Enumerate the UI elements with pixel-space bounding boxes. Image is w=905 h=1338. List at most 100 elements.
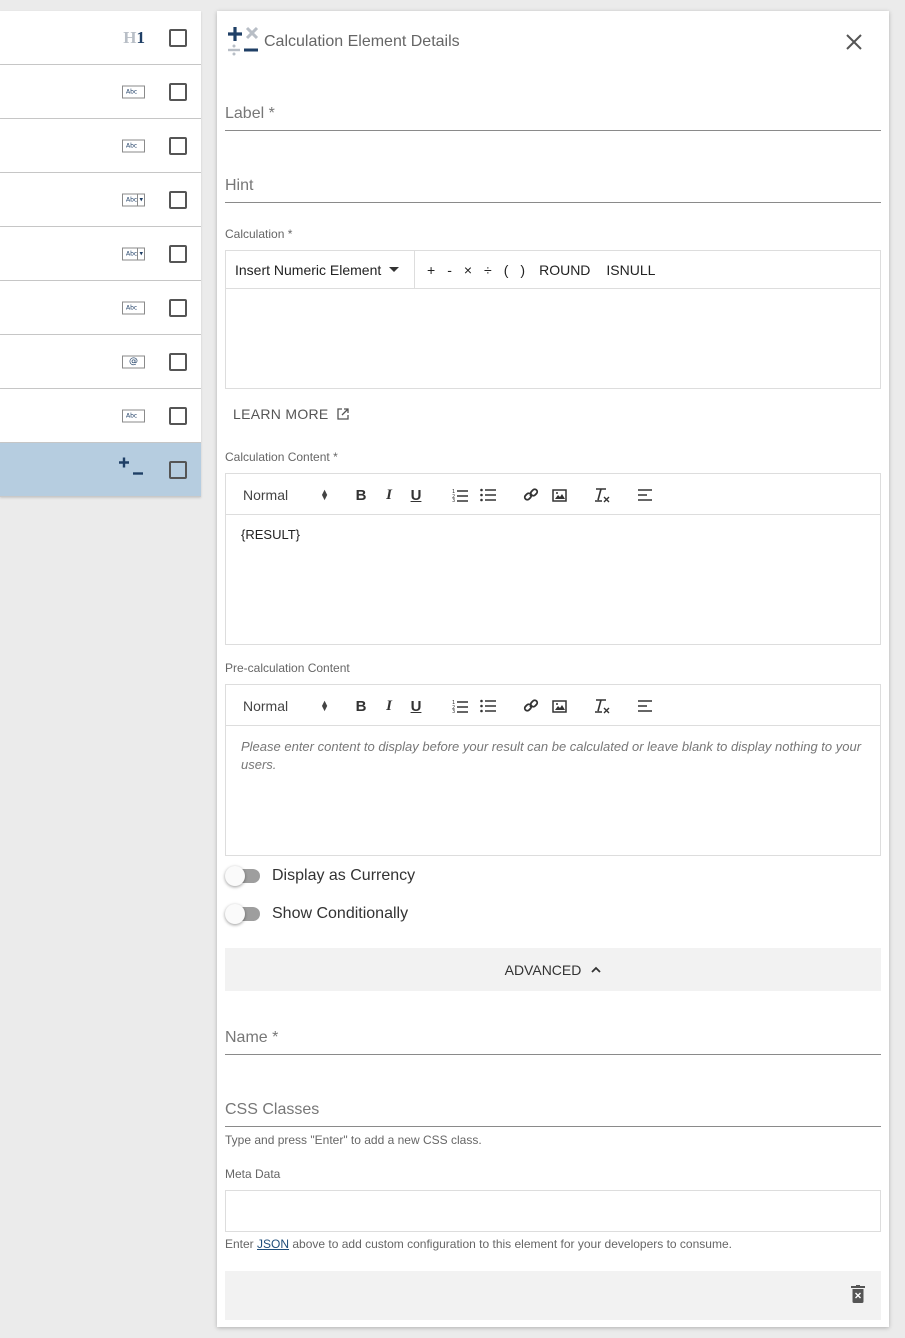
list-item-selected[interactable] (0, 443, 201, 497)
row-checkbox[interactable] (169, 352, 187, 371)
learn-more-label: LEARN MORE (233, 406, 329, 422)
row-checkbox[interactable] (169, 406, 187, 425)
label-field-underline (225, 130, 881, 131)
hint-field[interactable]: Hint (225, 177, 881, 203)
bullet-list-icon[interactable] (480, 486, 496, 504)
list-item[interactable]: Abc (0, 173, 201, 227)
trash-icon[interactable] (851, 1284, 865, 1308)
format-select-value: Normal (243, 698, 289, 714)
display-as-currency-label: Display as Currency (272, 867, 416, 884)
chevron-up-icon (591, 966, 602, 973)
isnull-button[interactable]: ISNULL (598, 262, 663, 278)
row-checkbox[interactable] (169, 298, 187, 317)
svg-text:3: 3 (452, 709, 455, 713)
align-icon[interactable] (637, 697, 653, 715)
toggle-switch[interactable] (225, 866, 260, 886)
json-link[interactable]: JSON (257, 1237, 289, 1251)
css-classes-helper: Type and press "Enter" to add a new CSS … (225, 1133, 482, 1147)
plus-button[interactable]: + (421, 262, 441, 278)
calculation-editor[interactable]: Insert Numeric Element + - × ÷ ( ) ROUND… (225, 250, 881, 389)
meta-data-helper: Enter JSON above to add custom configura… (225, 1237, 732, 1251)
link-icon[interactable] (523, 486, 539, 504)
list-item[interactable]: Abc (0, 227, 201, 281)
meta-data-input[interactable] (225, 1190, 881, 1232)
ordered-list-icon[interactable]: 123 (452, 697, 468, 715)
list-item[interactable]: @ (0, 335, 201, 389)
insert-numeric-element-label: Insert Numeric Element (235, 261, 382, 278)
name-field[interactable]: Name * (225, 1029, 881, 1055)
clear-format-icon[interactable] (594, 486, 610, 504)
rich-text-toolbar: Normal ▲ ▼ B I U 123 (226, 685, 880, 726)
show-conditionally-toggle[interactable]: Show Conditionally (225, 904, 409, 924)
calculation-content-editor[interactable]: Normal ▲ ▼ B I U 123 {RESULT} (225, 473, 881, 645)
operator-buttons: + - × ÷ ( ) ROUND ISNULL (415, 262, 663, 278)
display-as-currency-toggle[interactable]: Display as Currency (225, 866, 416, 886)
bold-icon[interactable]: B (354, 697, 368, 715)
list-item[interactable]: Abc (0, 281, 201, 335)
text-field-icon: Abc (122, 85, 145, 98)
name-field-label: Name * (225, 1029, 279, 1046)
learn-more-link[interactable]: LEARN MORE (233, 406, 349, 422)
italic-icon[interactable]: I (382, 486, 396, 504)
email-field-icon: @ (122, 355, 145, 368)
label-field-label: Label * (225, 105, 275, 122)
insert-numeric-element-dropdown[interactable]: Insert Numeric Element (226, 251, 415, 288)
minus-button[interactable]: - (441, 262, 458, 278)
css-classes-field[interactable]: CSS Classes (225, 1101, 881, 1127)
rich-text-toolbar: Normal ▲ ▼ B I U 123 (226, 474, 880, 515)
divide-button[interactable]: ÷ (478, 262, 498, 278)
row-checkbox[interactable] (169, 460, 187, 479)
label-field[interactable]: Label * (225, 105, 881, 131)
round-button[interactable]: ROUND (531, 262, 598, 278)
css-classes-field-label: CSS Classes (225, 1101, 320, 1118)
format-select[interactable]: Normal ▲ ▼ (243, 486, 329, 504)
underline-icon[interactable]: U (409, 697, 423, 715)
pre-calculation-content-editor[interactable]: Normal ▲ ▼ B I U 123 Please enter conten… (225, 684, 881, 856)
list-item[interactable]: Abc (0, 65, 201, 119)
row-checkbox[interactable] (169, 82, 187, 101)
list-item[interactable]: Abc (0, 389, 201, 443)
multiply-button[interactable]: × (458, 262, 478, 278)
calculation-content-label: Calculation Content * (225, 450, 338, 464)
link-icon[interactable] (523, 697, 539, 715)
image-icon[interactable] (551, 697, 567, 715)
panel-title: Calculation Element Details (264, 33, 460, 50)
advanced-label: ADVANCED (504, 961, 582, 978)
image-icon[interactable] (551, 486, 567, 504)
caret-down-icon (389, 267, 400, 272)
advanced-section-toggle[interactable]: ADVANCED (225, 948, 881, 991)
underline-icon[interactable]: U (409, 486, 423, 504)
list-item[interactable]: H1 (0, 11, 201, 65)
calculation-content-body[interactable]: {RESULT} (226, 515, 880, 554)
bullet-list-icon[interactable] (480, 697, 496, 715)
bold-icon[interactable]: B (354, 486, 368, 504)
format-select-value: Normal (243, 487, 289, 503)
clear-format-icon[interactable] (594, 697, 610, 715)
row-checkbox[interactable] (169, 28, 187, 47)
align-icon[interactable] (637, 486, 653, 504)
ordered-list-icon[interactable]: 123 (452, 486, 468, 504)
text-field-icon: Abc (122, 409, 145, 422)
select-arrows-icon: ▲ ▼ (320, 487, 329, 502)
open-paren-button[interactable]: ( (498, 262, 515, 278)
row-checkbox[interactable] (169, 136, 187, 155)
heading-icon: H1 (123, 27, 145, 47)
dropdown-field-icon: Abc (122, 247, 145, 260)
toggle-switch[interactable] (225, 904, 260, 924)
show-conditionally-label: Show Conditionally (272, 905, 409, 922)
pre-calculation-content-label: Pre-calculation Content (225, 661, 350, 675)
meta-data-label: Meta Data (225, 1167, 281, 1181)
close-paren-button[interactable]: ) (514, 262, 531, 278)
select-arrows-icon: ▲ ▼ (320, 698, 329, 713)
pre-calculation-content-placeholder[interactable]: Please enter content to display before y… (226, 726, 880, 786)
list-item[interactable]: Abc (0, 119, 201, 173)
calculation-icon (119, 454, 145, 485)
row-checkbox[interactable] (169, 244, 187, 263)
italic-icon[interactable]: I (382, 697, 396, 715)
calculation-icon (225, 24, 261, 65)
external-link-icon (336, 408, 349, 420)
calculation-label: Calculation * (225, 227, 293, 241)
format-select[interactable]: Normal ▲ ▼ (243, 697, 329, 715)
close-icon[interactable] (843, 31, 865, 53)
row-checkbox[interactable] (169, 190, 187, 209)
